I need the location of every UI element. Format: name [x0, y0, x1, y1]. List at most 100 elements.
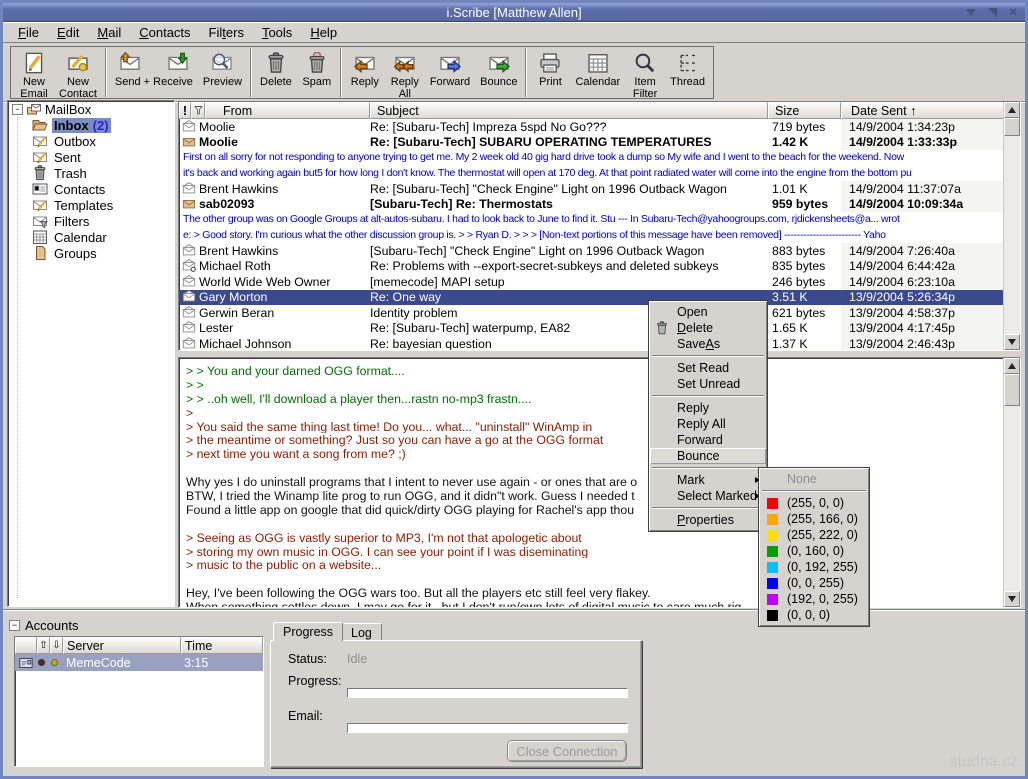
- scroll-up-button[interactable]: [1004, 358, 1020, 374]
- mail-snippet-row[interactable]: First on all sorry for not responding to…: [179, 150, 1003, 181]
- mail-row[interactable]: sab02093[Subaru-Tech] Re: Thermostats959…: [179, 197, 1003, 213]
- sidebar-item-contacts[interactable]: Contacts: [8, 181, 174, 197]
- account-icon-column-header[interactable]: [15, 637, 37, 654]
- sidebar-item-templates[interactable]: Templates: [8, 197, 174, 213]
- mail-row[interactable]: Brent Hawkins[Subaru-Tech] "Check Engine…: [179, 243, 1003, 259]
- color-menu-item--0-160-0-[interactable]: (0, 160, 0): [760, 543, 868, 559]
- context-menu-item-open[interactable]: Open: [650, 304, 766, 320]
- menu-contacts[interactable]: Contacts: [130, 23, 199, 42]
- color-menu-item--0-0-0-[interactable]: (0, 0, 0): [760, 607, 868, 623]
- mail-row[interactable]: Michael RothRe: Problems with --export-s…: [179, 259, 1003, 275]
- menu-tools[interactable]: Tools: [253, 23, 301, 42]
- color-menu-item--0-0-255-[interactable]: (0, 0, 255): [760, 575, 868, 591]
- context-menu-item-set-unread[interactable]: Set Unread: [650, 376, 766, 392]
- bounce-button[interactable]: Bounce: [475, 49, 522, 96]
- mail-row[interactable]: Brent HawkinsRe: [Subaru-Tech] "Check En…: [179, 181, 1003, 197]
- sidebar-item-filters[interactable]: Filters: [8, 213, 174, 229]
- calendar-icon: [32, 229, 48, 245]
- menu-filters[interactable]: Filters: [200, 23, 253, 42]
- scroll-up-button[interactable]: [1004, 102, 1020, 118]
- color-swatch: [767, 514, 778, 525]
- color-menu-item--255-166-0-[interactable]: (255, 166, 0): [760, 511, 868, 527]
- priority-column-header[interactable]: !: [179, 102, 191, 119]
- spam-button[interactable]: Spam: [297, 49, 337, 96]
- context-menu-item-reply[interactable]: Reply: [650, 400, 766, 416]
- new-email-label: New Email: [20, 77, 48, 100]
- mail-row[interactable]: World Wide Web Owner[memecode] MAPI setu…: [179, 274, 1003, 290]
- context-menu-item-bounce[interactable]: Bounce: [650, 448, 766, 464]
- color-menu-item--255-0-0-[interactable]: (255, 0, 0): [760, 495, 868, 511]
- context-menu-item-delete[interactable]: Delete: [650, 320, 766, 336]
- date-column-header[interactable]: Date Sent ↑: [841, 102, 1005, 119]
- color-menu-item--192-0-255-[interactable]: (192, 0, 255): [760, 591, 868, 607]
- minimize-icon[interactable]: [966, 9, 976, 16]
- maximize-icon[interactable]: [988, 8, 997, 17]
- sidebar-item-inbox[interactable]: Inbox(2): [8, 117, 174, 133]
- from-column-header[interactable]: From: [205, 102, 370, 119]
- thread-button[interactable]: Thread: [665, 49, 710, 96]
- menu-mail[interactable]: Mail: [88, 23, 130, 42]
- account-row[interactable]: MemeCode3:15: [15, 654, 263, 671]
- mail-row[interactable]: Michael JohnsonRe: bayesian question1.37…: [179, 336, 1003, 350]
- item-filter-button[interactable]: Item Filter: [625, 49, 665, 96]
- menu-edit[interactable]: Edit: [48, 23, 88, 42]
- receive-column-header[interactable]: ⇩: [50, 637, 63, 654]
- mail-row[interactable]: LesterRe: [Subaru-Tech] waterpump, EA821…: [179, 321, 1003, 337]
- preview-scrollbar[interactable]: [1003, 358, 1020, 607]
- mail-date: 13/9/2004 4:58:37p: [841, 305, 1003, 321]
- color-menu-item--255-222-0-[interactable]: (255, 222, 0): [760, 527, 868, 543]
- context-menu-item-set-read[interactable]: Set Read: [650, 360, 766, 376]
- context-menu-item-select-marked[interactable]: Select Marked: [650, 488, 766, 504]
- scroll-down-button[interactable]: [1004, 591, 1020, 607]
- flag-column-header[interactable]: [191, 102, 205, 119]
- tree-expander-icon[interactable]: -: [12, 104, 23, 115]
- menu-file[interactable]: File: [9, 23, 48, 42]
- time-column-header[interactable]: Time: [181, 637, 263, 654]
- send-receive-button[interactable]: Send + Receive: [110, 49, 198, 96]
- calendar-button[interactable]: Calendar: [570, 49, 625, 96]
- scroll-thumb[interactable]: [1004, 374, 1020, 406]
- tab-progress[interactable]: Progress: [273, 622, 343, 641]
- new-email-button[interactable]: New Email: [14, 49, 54, 96]
- mail-snippet-row[interactable]: The other group was on Google Groups at …: [179, 212, 1003, 243]
- new-contact-button[interactable]: New Contact: [54, 49, 102, 96]
- size-column-header[interactable]: Size: [768, 102, 841, 119]
- mail-list: ! FromSubjectSizeDate Sent ↑ MoolieRe: [S…: [178, 101, 1021, 351]
- accounts-collapse-icon[interactable]: −: [9, 620, 20, 631]
- scroll-thumb[interactable]: [1004, 118, 1020, 136]
- context-menu-item-forward[interactable]: Forward: [650, 432, 766, 448]
- mail-row[interactable]: MoolieRe: [Subaru-Tech] SUBARU OPERATING…: [179, 135, 1003, 151]
- menu-help[interactable]: Help: [301, 23, 346, 42]
- contact-card-icon: [32, 181, 48, 197]
- mail-row[interactable]: Gerwin BeranIdentity problem621 bytes13/…: [179, 305, 1003, 321]
- context-menu-item-reply-all[interactable]: Reply All: [650, 416, 766, 432]
- send-column-header[interactable]: ⇧: [37, 637, 50, 654]
- mail-row[interactable]: MoolieRe: [Subaru-Tech] Impreza 5spd No …: [179, 119, 1003, 135]
- close-connection-button[interactable]: Close Connection: [507, 740, 627, 762]
- close-icon[interactable]: ×: [1009, 7, 1017, 17]
- delete-button[interactable]: Delete: [255, 49, 297, 96]
- context-menu-item-properties[interactable]: Properties: [650, 512, 766, 528]
- reply-button[interactable]: Reply: [345, 49, 385, 96]
- tab-log[interactable]: Log: [341, 623, 382, 641]
- sidebar-item-trash[interactable]: Trash: [8, 165, 174, 181]
- server-column-header[interactable]: Server: [63, 637, 181, 654]
- mail-row[interactable]: Gary MortonRe: One way3.51 K13/9/2004 5:…: [179, 290, 1003, 306]
- mail-list-scrollbar[interactable]: [1003, 102, 1020, 350]
- forward-button[interactable]: Forward: [425, 49, 475, 96]
- sidebar-item-sent[interactable]: Sent: [8, 149, 174, 165]
- context-menu-item-save-as[interactable]: Save As: [650, 336, 766, 352]
- scroll-down-button[interactable]: [1004, 334, 1020, 350]
- sidebar-item-groups[interactable]: Groups: [8, 245, 174, 261]
- subject-column-header[interactable]: Subject: [370, 102, 768, 119]
- sidebar-item-outbox[interactable]: Outbox: [8, 133, 174, 149]
- tree-root-mailbox[interactable]: -MailBox: [8, 101, 174, 117]
- reply-all-button[interactable]: Reply All: [385, 49, 425, 96]
- color-menu-item-none[interactable]: None: [760, 471, 868, 487]
- context-menu-item-mark[interactable]: Mark: [650, 472, 766, 488]
- color-menu-item--0-192-255-[interactable]: (0, 192, 255): [760, 559, 868, 575]
- mail-date: 14/9/2004 1:33:33p: [841, 135, 1003, 151]
- print-button[interactable]: Print: [530, 49, 570, 96]
- preview-button[interactable]: Preview: [198, 49, 247, 96]
- sidebar-item-calendar[interactable]: Calendar: [8, 229, 174, 245]
